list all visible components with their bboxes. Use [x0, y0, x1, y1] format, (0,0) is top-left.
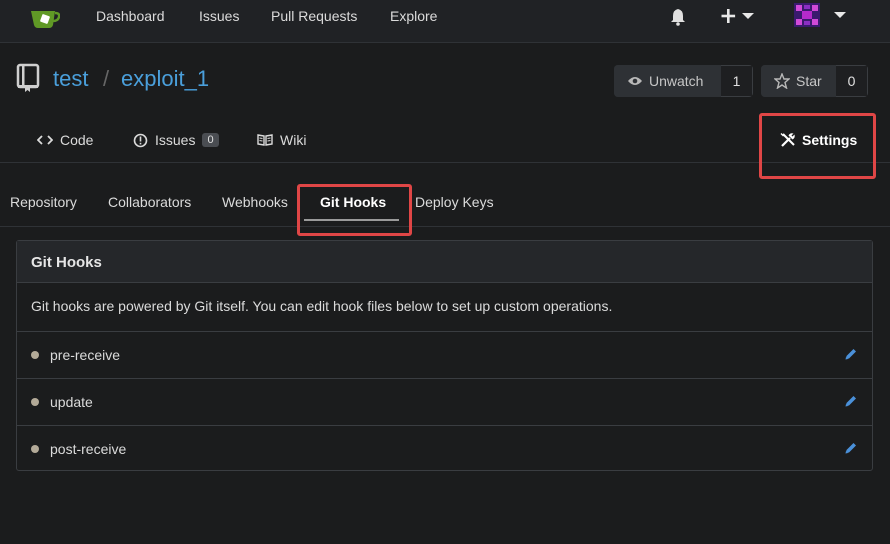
tab-issues[interactable]: Issues 0: [133, 132, 219, 148]
book-icon: [257, 134, 273, 146]
tab-settings[interactable]: Settings: [780, 132, 857, 148]
hook-status-dot: [31, 445, 39, 453]
eye-icon: [628, 77, 642, 85]
star-icon: [774, 73, 790, 89]
tab-wiki-label: Wiki: [280, 132, 307, 148]
submenu-git-hooks[interactable]: Git Hooks: [320, 194, 386, 210]
star-label: Star: [796, 73, 822, 89]
panel-description: Git hooks are powered by Git itself. You…: [17, 283, 872, 332]
watch-count[interactable]: 1: [721, 65, 753, 97]
tab-settings-label: Settings: [802, 132, 858, 148]
hook-name: update: [50, 394, 93, 410]
tab-issues-label: Issues: [155, 132, 196, 148]
hook-status-dot: [31, 351, 39, 359]
git-hooks-panel: Git Hooks Git hooks are powered by Git i…: [16, 240, 873, 471]
pencil-icon[interactable]: [844, 394, 858, 408]
hook-name: post-receive: [50, 441, 127, 457]
repo-path-separator: /: [103, 66, 110, 91]
repo-tabs: Code Issues 0 Wiki: [0, 118, 890, 163]
star-button-group: Star 0: [761, 65, 868, 97]
tools-icon: [780, 133, 795, 147]
tab-wiki[interactable]: Wiki: [257, 132, 306, 148]
issues-count-badge: 0: [202, 133, 219, 147]
hook-status-dot: [31, 398, 39, 406]
code-icon: [37, 135, 53, 145]
nav-explore[interactable]: Explore: [390, 8, 437, 24]
user-avatar-icon[interactable]: [794, 3, 820, 27]
submenu-collaborators[interactable]: Collaborators: [108, 194, 191, 210]
pencil-icon[interactable]: [844, 347, 858, 361]
pencil-icon[interactable]: [844, 441, 858, 455]
tab-code-label: Code: [60, 132, 94, 148]
repo-name-link[interactable]: exploit_1: [121, 66, 209, 92]
submenu-webhooks[interactable]: Webhooks: [222, 194, 288, 210]
create-new-plus-icon[interactable]: [721, 6, 759, 26]
hook-name: pre-receive: [50, 347, 121, 363]
hook-row: pre-receive: [17, 332, 872, 379]
watch-button-group: Unwatch 1: [614, 65, 753, 97]
nav-issues[interactable]: Issues: [199, 8, 239, 24]
settings-submenu: Repository Collaborators Webhooks Git Ho…: [0, 181, 890, 227]
unwatch-button[interactable]: Unwatch: [614, 65, 721, 97]
submenu-repository[interactable]: Repository: [10, 194, 77, 210]
star-count[interactable]: 0: [836, 65, 868, 97]
nav-pull-requests[interactable]: Pull Requests: [271, 8, 357, 24]
chevron-down-icon[interactable]: [832, 8, 848, 22]
nav-dashboard[interactable]: Dashboard: [96, 8, 165, 24]
hook-row: update: [17, 379, 872, 426]
repo-owner-link[interactable]: test: [53, 66, 88, 92]
bell-icon[interactable]: [669, 8, 687, 26]
top-navbar: Dashboard Issues Pull Requests Explore: [0, 0, 890, 43]
hook-row: post-receive: [17, 426, 872, 473]
unwatch-label: Unwatch: [649, 73, 704, 89]
issue-opened-icon: [133, 133, 148, 147]
gitea-logo-icon[interactable]: [30, 7, 60, 29]
star-button[interactable]: Star: [761, 65, 836, 97]
panel-title: Git Hooks: [17, 241, 872, 283]
repo-book-icon: [16, 63, 40, 92]
tab-code[interactable]: Code: [37, 132, 93, 148]
active-tab-underline: [304, 219, 399, 221]
submenu-deploy-keys[interactable]: Deploy Keys: [415, 194, 494, 210]
